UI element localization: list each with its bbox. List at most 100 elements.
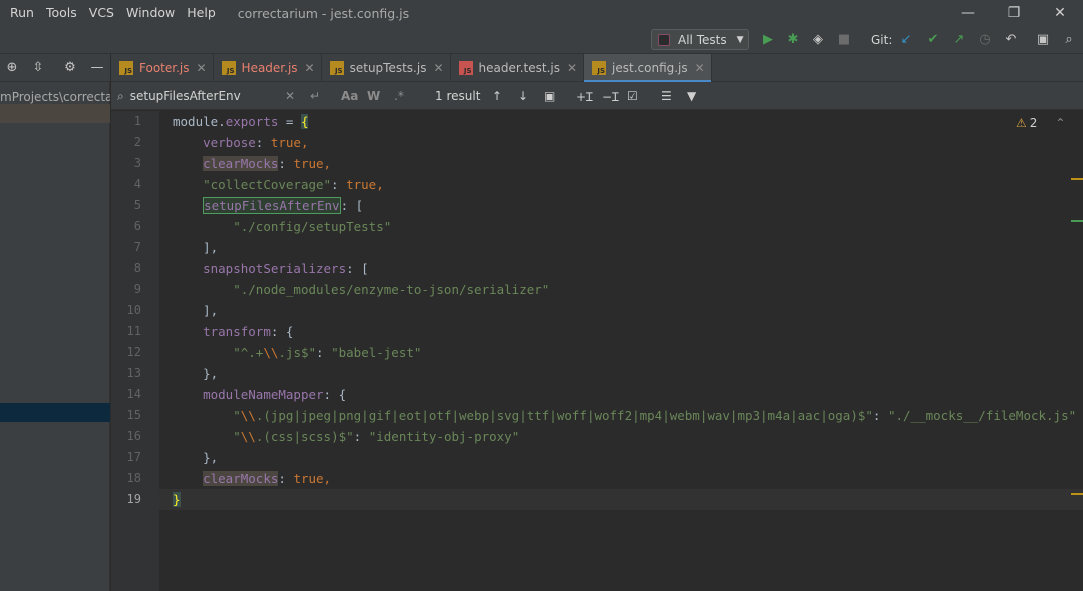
tab-label: header.test.js	[478, 61, 560, 75]
close-window-button[interactable]: ✕	[1037, 0, 1083, 26]
editor-gutter: 1 2 3 4 5 6 7 8 9 10 11 12 13 14 15 16 1…	[111, 111, 169, 591]
tab-label: jest.config.js	[612, 61, 688, 75]
history-icon[interactable]: ◷	[977, 32, 993, 48]
result-count: 1 result	[435, 89, 481, 103]
run-config-label: All Tests	[678, 32, 727, 47]
gear-icon[interactable]: ⚙	[62, 60, 78, 76]
close-icon[interactable]: ✕	[433, 61, 443, 75]
code-line: }	[173, 492, 181, 507]
menu-run[interactable]: Run	[0, 0, 40, 26]
search-icon: ⌕	[117, 88, 124, 103]
window-controls: — ❐ ✕	[945, 0, 1083, 26]
line-number: 19	[126, 492, 141, 506]
js-file-icon: JS	[329, 61, 344, 75]
line-number: 2	[133, 135, 141, 149]
tab-setuptests-js[interactable]: JS setupTests.js ✕	[322, 54, 451, 82]
locate-icon[interactable]: ⊕	[4, 60, 20, 76]
scroll-marker-match[interactable]	[1071, 220, 1083, 222]
select-all-matches-icon[interactable]: ☑	[627, 88, 638, 104]
tab-header-test-js[interactable]: JS header.test.js ✕	[451, 54, 585, 82]
line-number: 6	[133, 219, 141, 233]
menu-tools[interactable]: Tools	[40, 0, 83, 26]
code-line: clearMocks: true,	[203, 471, 332, 486]
run-configuration-dropdown[interactable]: All Tests ▼	[651, 29, 749, 50]
search-input[interactable]: ⌕ setupFilesAfterEnv	[117, 87, 331, 105]
find-bar: ⌕ setupFilesAfterEnv ✕ ↵ Aa W .* 1 resul…	[111, 82, 1083, 110]
warning-icon: ⚠	[1016, 116, 1027, 130]
next-occurrence-icon[interactable]: ↓	[518, 88, 528, 104]
menu-window[interactable]: Window	[120, 0, 181, 26]
inspection-widget[interactable]: ⚠ 2 ⌃	[1016, 116, 1065, 130]
current-line-highlight	[159, 489, 1083, 510]
match-case-icon[interactable]: Aa	[341, 88, 358, 104]
line-number: 15	[126, 408, 141, 422]
code-line: module.exports = {	[173, 114, 309, 129]
search-query: setupFilesAfterEnv	[129, 89, 241, 103]
js-file-icon: JS	[592, 61, 607, 75]
project-panel: mProjects\correctarium	[0, 82, 110, 591]
menu-vcs[interactable]: VCS	[83, 0, 120, 26]
tab-header-js[interactable]: JS Header.js ✕	[214, 54, 322, 82]
line-number: 3	[133, 156, 141, 170]
close-icon[interactable]: ✕	[695, 61, 705, 75]
git-push-icon[interactable]: ↗	[951, 32, 967, 48]
close-icon[interactable]: ✕	[196, 61, 206, 75]
code-line: },	[203, 450, 219, 465]
editor-tabs: JS Footer.js ✕ JS Header.js ✕ JS setupTe…	[111, 54, 1083, 83]
select-all-occurrences-icon[interactable]: ▣	[544, 88, 555, 104]
add-selection-icon[interactable]: +Ɪ	[576, 88, 593, 104]
close-icon[interactable]: ✕	[305, 61, 315, 75]
stop-icon[interactable]: ■	[836, 32, 852, 48]
clear-search-icon[interactable]: ✕	[285, 88, 295, 104]
run-icon[interactable]: ▶	[760, 32, 776, 48]
line-number: 16	[126, 429, 141, 443]
regex-icon[interactable]: .*	[394, 88, 404, 104]
line-number: 12	[126, 345, 141, 359]
git-update-icon[interactable]: ↙	[898, 32, 914, 48]
chevron-up-icon[interactable]: ⌃	[1055, 116, 1065, 130]
project-tree-selected-row[interactable]	[0, 403, 110, 422]
line-number: 5	[133, 198, 141, 212]
code-line: "./node_modules/enzyme-to-json/serialize…	[233, 282, 550, 297]
in-selection-icon[interactable]: ☰	[661, 88, 672, 104]
new-line-icon[interactable]: ↵	[310, 88, 320, 104]
scroll-marker-warning[interactable]	[1071, 493, 1083, 495]
close-icon[interactable]: ✕	[567, 61, 577, 75]
menu-bar: Run Tools VCS Window Help correctarium -…	[0, 0, 1083, 26]
main-toolbar: All Tests ▼ ▶ ✱ ◈ ■ Git: ↙ ✔ ↗ ◷ ↶ ▣ ⌕	[0, 26, 1083, 54]
code-line: ],	[203, 240, 219, 255]
whole-words-icon[interactable]: W	[367, 88, 380, 104]
js-file-icon: JS	[221, 61, 236, 75]
tab-footer-js[interactable]: JS Footer.js ✕	[111, 54, 214, 82]
previous-occurrence-icon[interactable]: ↑	[492, 88, 502, 104]
remove-selection-icon[interactable]: −Ɪ	[602, 88, 619, 104]
code-line: ],	[203, 303, 219, 318]
git-label: Git:	[871, 33, 893, 47]
tab-label: Footer.js	[139, 61, 190, 75]
scroll-marker-warning[interactable]	[1071, 178, 1083, 180]
minimize-button[interactable]: —	[945, 0, 991, 26]
project-tree-highlight[interactable]	[0, 104, 110, 123]
hide-panel-icon[interactable]: —	[89, 60, 105, 76]
code-editor[interactable]: module.exports = { verbose: true, clearM…	[159, 111, 1083, 591]
coverage-icon[interactable]: ◈	[810, 32, 826, 48]
code-line: verbose: true,	[203, 135, 309, 150]
project-panel-header: ⊕ ⇳ ⚙ —	[0, 54, 110, 82]
line-number: 18	[126, 471, 141, 485]
terminal-icon[interactable]: ▣	[1035, 32, 1051, 48]
filter-icon[interactable]: ▼	[687, 88, 696, 104]
line-number: 7	[133, 240, 141, 254]
tab-label: setupTests.js	[349, 61, 427, 75]
git-commit-icon[interactable]: ✔	[925, 32, 941, 48]
search-everywhere-icon[interactable]: ⌕	[1061, 32, 1077, 48]
tab-jest-config-js[interactable]: JS jest.config.js ✕	[584, 54, 712, 83]
debug-icon[interactable]: ✱	[785, 32, 801, 48]
rollback-icon[interactable]: ↶	[1003, 32, 1019, 48]
warning-count: 2	[1029, 116, 1038, 130]
line-number: 8	[133, 261, 141, 275]
menu-help[interactable]: Help	[181, 0, 222, 26]
jest-config-icon	[658, 33, 670, 46]
maximize-button[interactable]: ❐	[991, 0, 1037, 26]
code-line: "\\.(css|scss)$": "identity-obj-proxy"	[233, 429, 520, 444]
collapse-all-icon[interactable]: ⇳	[30, 60, 46, 76]
